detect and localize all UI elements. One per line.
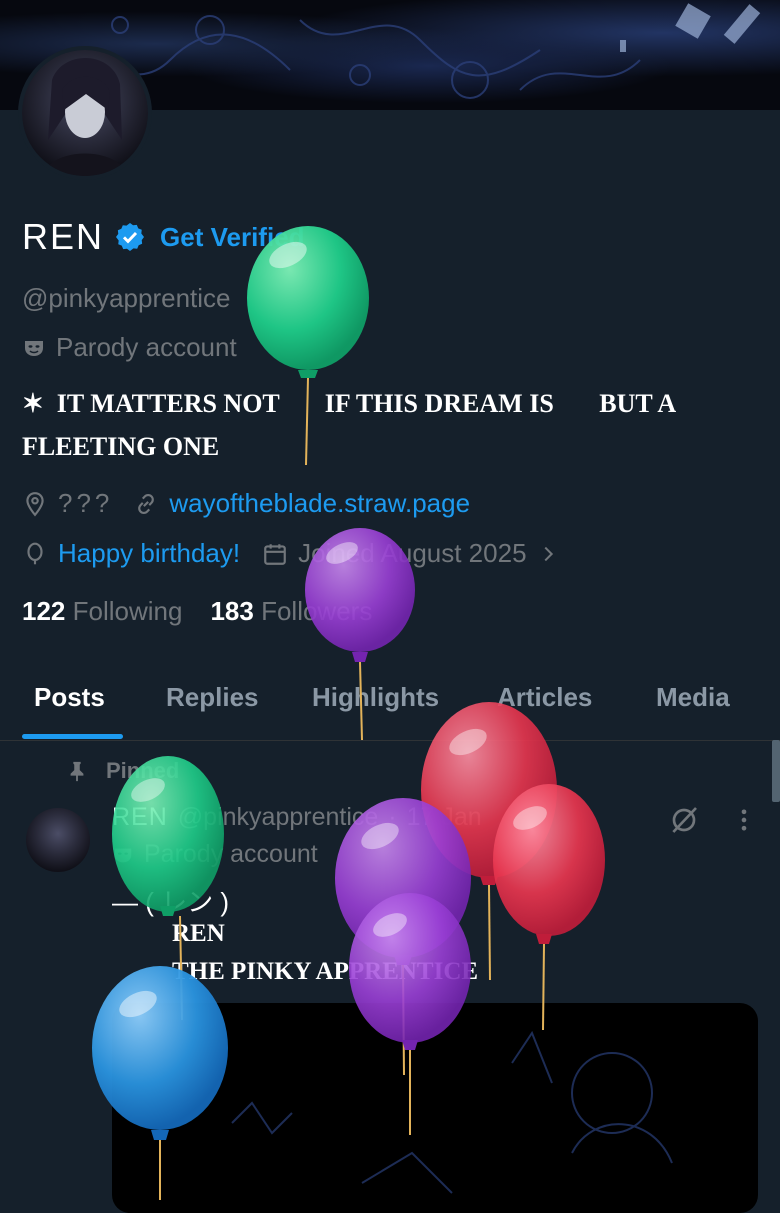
post-author-name[interactable]: REN — [112, 803, 168, 832]
joined-text: Joined August 2025 — [298, 538, 527, 568]
media-artwork — [231, 1030, 673, 1194]
follow-counts: 122 Following 183 Followers — [22, 596, 372, 627]
tab-highlights[interactable]: Highlights — [312, 682, 439, 713]
active-tab-indicator — [22, 734, 123, 739]
pinned-label: Pinned — [66, 758, 179, 784]
post-date[interactable]: 17 Jan — [407, 803, 482, 832]
pinned-text: Pinned — [106, 758, 180, 783]
post-header: REN @pinkyapprentice · 17 Jan — [112, 803, 482, 832]
chevron-right-icon[interactable] — [537, 543, 559, 565]
location-text: ??? — [58, 488, 114, 518]
bio-line-1: ✶ IT MATTERS NOT IF THIS DREAM IS BUT A — [22, 389, 677, 418]
profile-avatar[interactable] — [18, 46, 152, 180]
tab-articles[interactable]: Articles — [497, 682, 592, 713]
verified-badge-icon[interactable] — [114, 221, 146, 253]
parody-text: Parody account — [56, 332, 237, 362]
followers-link[interactable]: 183 Followers — [210, 596, 372, 627]
tab-media[interactable]: Media — [656, 682, 730, 713]
post-parody-label: Parody account — [112, 840, 318, 869]
more-icon[interactable] — [730, 804, 758, 836]
avatar-image — [22, 50, 148, 176]
mask-icon — [25, 340, 43, 356]
profile-meta-row-2: Happy birthday! Joined August 2025 — [22, 538, 559, 569]
post-text-line-1: — ( レン ) — [112, 887, 229, 917]
get-verified-link[interactable]: Get Verified — [160, 222, 305, 253]
grok-icon[interactable] — [668, 804, 700, 836]
profile-name-row: REN Get Verified — [22, 216, 305, 258]
followers-label: Followers — [261, 596, 373, 626]
profile-meta-row-1: ??? wayoftheblade.straw.page — [22, 488, 470, 519]
mask-icon — [114, 848, 132, 862]
post-parody-text: Parody account — [144, 840, 318, 868]
profile-handle: @pinkyapprentice — [22, 283, 231, 313]
scrollbar[interactable] — [772, 740, 780, 802]
followers-count: 183 — [210, 596, 254, 626]
post-media-image[interactable] — [112, 1003, 758, 1213]
link-icon — [138, 493, 155, 514]
profile-tabs: Posts Replies Highlights Articles Media — [0, 668, 780, 741]
post-text-line-2: REN — [172, 920, 225, 947]
post-author-avatar[interactable] — [26, 808, 90, 872]
tab-replies[interactable]: Replies — [166, 682, 259, 713]
parody-label: Parody account — [22, 332, 237, 363]
location-pin-icon — [26, 491, 44, 516]
pin-icon — [70, 761, 84, 782]
post-text-line-3: THE PINKY APPRENTICE — [172, 958, 479, 985]
tab-posts[interactable]: Posts — [34, 682, 105, 713]
birthday-link[interactable]: Happy birthday! — [58, 538, 240, 569]
following-link[interactable]: 122 Following — [22, 596, 182, 627]
bio-line-2: FLEETING ONE — [22, 432, 220, 461]
following-count: 122 — [22, 596, 66, 626]
profile-name: REN — [22, 216, 105, 257]
post-author-handle[interactable]: @pinkyapprentice — [178, 803, 379, 832]
following-label: Following — [72, 596, 183, 626]
profile-bio: ✶ IT MATTERS NOT IF THIS DREAM IS BUT A … — [22, 382, 762, 468]
calendar-icon — [264, 543, 286, 565]
website-link[interactable]: wayoftheblade.straw.page — [169, 488, 470, 519]
balloon-red-front — [493, 784, 605, 1031]
balloon-icon — [27, 542, 43, 564]
post-separator: · — [388, 803, 397, 831]
balloon-red-back — [421, 702, 557, 981]
